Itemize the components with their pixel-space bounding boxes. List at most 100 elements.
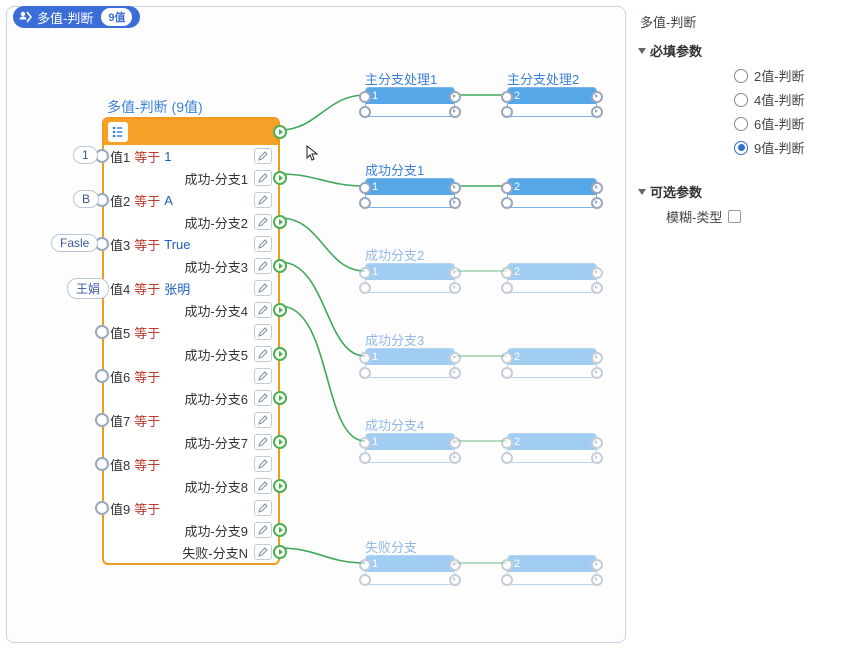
process-node[interactable]: 2 [507,555,597,585]
input-port[interactable] [359,182,371,194]
node-header-output-port[interactable] [273,125,287,139]
output-port[interactable] [273,215,287,229]
process-node[interactable]: 2 [507,348,597,378]
output-port[interactable] [591,559,603,571]
input-port[interactable] [501,574,513,586]
input-port[interactable] [359,559,371,571]
output-port[interactable] [591,282,603,294]
process-node[interactable]: 1 [365,178,455,208]
radio-option[interactable]: 4值-判断 [734,90,845,109]
edit-icon[interactable] [254,478,272,494]
input-port[interactable] [359,437,371,449]
input-port[interactable] [501,197,513,209]
input-port[interactable] [95,457,109,471]
process-node[interactable]: 2 [507,178,597,208]
output-port[interactable] [591,452,603,464]
node-header[interactable] [104,119,278,145]
input-port[interactable] [359,352,371,364]
process-node[interactable]: 2 [507,433,597,463]
output-port[interactable] [449,559,461,571]
radio-option[interactable]: 9值-判断 [734,138,845,157]
edit-icon[interactable] [254,148,272,164]
output-port[interactable] [449,352,461,364]
process-node[interactable]: 1 [365,263,455,293]
output-port[interactable] [273,303,287,317]
radio-icon[interactable] [734,141,748,155]
input-tag[interactable]: Fasle [51,234,98,252]
radio-icon[interactable] [734,117,748,131]
input-port[interactable] [501,267,513,279]
input-port[interactable] [95,369,109,383]
output-port[interactable] [591,367,603,379]
process-node[interactable]: 2 [507,263,597,293]
edit-icon[interactable] [254,236,272,252]
output-port[interactable] [449,452,461,464]
input-port[interactable] [359,367,371,379]
process-node[interactable]: 2 [507,87,597,117]
input-port[interactable] [501,91,513,103]
workflow-canvas[interactable]: 多值-判断 9值 多值-判断 (9值) 值1等于1成功-分支1值2等于A成功-分… [6,6,626,643]
input-port[interactable] [359,282,371,294]
input-port[interactable] [501,106,513,118]
output-port[interactable] [273,479,287,493]
output-port[interactable] [449,91,461,103]
output-port[interactable] [273,391,287,405]
edit-icon[interactable] [254,258,272,274]
edit-icon[interactable] [254,170,272,186]
required-params-header[interactable]: 必填参数 [638,41,845,60]
output-port[interactable] [273,259,287,273]
edit-icon[interactable] [254,346,272,362]
input-port[interactable] [359,197,371,209]
input-tag[interactable]: B [73,190,99,208]
output-port[interactable] [449,437,461,449]
output-port[interactable] [591,91,603,103]
output-port[interactable] [591,182,603,194]
output-port[interactable] [449,367,461,379]
input-port[interactable] [359,91,371,103]
edit-icon[interactable] [254,412,272,428]
output-port[interactable] [449,106,461,118]
output-port[interactable] [449,574,461,586]
radio-icon[interactable] [734,69,748,83]
process-node[interactable]: 1 [365,87,455,117]
output-port[interactable] [591,437,603,449]
edit-icon[interactable] [254,390,272,406]
edit-icon[interactable] [254,214,272,230]
edit-icon[interactable] [254,522,272,538]
output-port[interactable] [449,282,461,294]
input-port[interactable] [501,182,513,194]
process-node[interactable]: 1 [365,348,455,378]
edit-icon[interactable] [254,456,272,472]
input-port[interactable] [95,325,109,339]
input-port[interactable] [501,282,513,294]
input-port[interactable] [359,106,371,118]
output-port[interactable] [591,267,603,279]
edit-icon[interactable] [254,192,272,208]
output-port[interactable] [273,171,287,185]
output-port[interactable] [591,574,603,586]
input-port[interactable] [501,367,513,379]
output-port[interactable] [591,352,603,364]
output-port[interactable] [273,347,287,361]
input-port[interactable] [501,352,513,364]
process-node[interactable]: 1 [365,555,455,585]
process-node[interactable]: 1 [365,433,455,463]
input-port[interactable] [95,413,109,427]
input-tag[interactable]: 王娟 [67,278,109,299]
edit-icon[interactable] [254,302,272,318]
radio-icon[interactable] [734,93,748,107]
optional-params-header[interactable]: 可选参数 [638,182,845,201]
edit-icon[interactable] [254,434,272,450]
input-port[interactable] [359,574,371,586]
multivalue-node[interactable]: 值1等于1成功-分支1值2等于A成功-分支2值3等于True成功-分支3值4等于… [102,117,280,565]
fuzzy-type-checkbox[interactable] [728,210,741,223]
output-port[interactable] [449,182,461,194]
input-port[interactable] [501,437,513,449]
edit-icon[interactable] [254,544,272,560]
radio-option[interactable]: 6值-判断 [734,114,845,133]
edit-icon[interactable] [254,324,272,340]
input-port[interactable] [95,501,109,515]
input-port[interactable] [359,267,371,279]
input-port[interactable] [501,559,513,571]
output-port[interactable] [273,545,287,559]
